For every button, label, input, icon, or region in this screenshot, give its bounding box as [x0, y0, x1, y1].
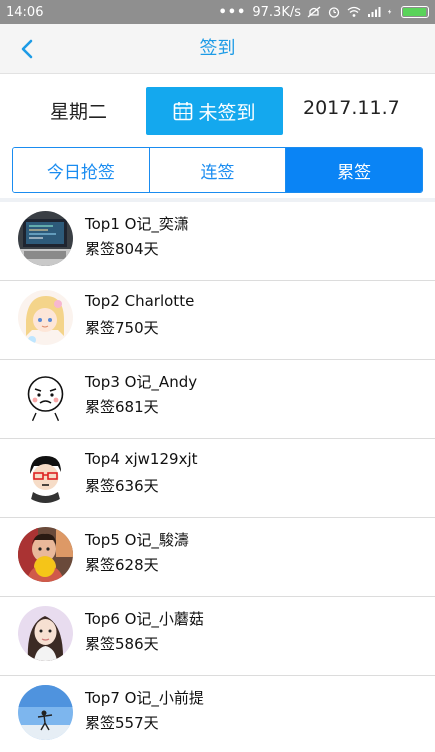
user-name: Top6 O记_小蘑菇 — [85, 610, 204, 628]
sign-days: 累签750天 — [85, 319, 159, 337]
nav-bar: 签到 — [0, 24, 435, 74]
list-item[interactable]: Top6 O记_小蘑菇 累签586天 — [0, 597, 435, 676]
status-right: ••• 97.3K/s — [218, 5, 429, 20]
user-name: Top7 O记_小前提 — [85, 689, 204, 707]
sign-days: 累签557天 — [85, 714, 159, 732]
network-speed: 97.3K/s — [252, 4, 301, 20]
battery-icon — [401, 6, 429, 18]
sign-days: 累签681天 — [85, 398, 159, 416]
sign-in-label: 未签到 — [198, 101, 256, 124]
user-name: Top3 O记_Andy — [85, 373, 198, 391]
charging-icon — [387, 9, 392, 15]
user-name: Top5 O记_駿濤 — [85, 531, 189, 549]
list-item[interactable]: Top7 O记_小前提 累签557天 — [0, 676, 435, 752]
wifi-icon — [347, 6, 361, 17]
ranking-tabs: 今日抢签 连签 累签 — [12, 147, 423, 193]
list-item[interactable]: Top2 Charlotte 累签750天 — [0, 281, 435, 360]
status-time: 14:06 — [6, 4, 44, 20]
tab-today-grab[interactable]: 今日抢签 — [13, 148, 149, 192]
user-name: Top4 xjw129xjt — [85, 450, 198, 468]
status-dots: ••• — [218, 4, 247, 20]
avatar — [18, 290, 73, 345]
avatar — [18, 211, 73, 266]
date-label: 2017.11.7 — [303, 97, 400, 119]
status-bar: 14:06 ••• 97.3K/s — [0, 0, 435, 24]
calendar-icon — [174, 102, 193, 121]
user-name: Top2 Charlotte — [85, 292, 195, 310]
sign-days: 累签628天 — [85, 556, 159, 574]
list-item[interactable]: Top5 O记_駿濤 累签628天 — [0, 518, 435, 597]
avatar — [18, 606, 73, 661]
avatar — [18, 685, 73, 740]
signal-icon — [368, 7, 381, 17]
list-item[interactable]: Top1 O记_奕潇 累签804天 — [0, 202, 435, 281]
weekday-label: 星期二 — [50, 101, 108, 123]
user-name: Top1 O记_奕潇 — [85, 215, 189, 233]
ranking-list: Top1 O记_奕潇 累签804天 Top2 Charlotte 累签750天 … — [0, 202, 435, 752]
tab-consecutive[interactable]: 连签 — [148, 148, 286, 192]
sign-row: 星期二 未签到 2017.11.7 — [0, 80, 435, 140]
list-item[interactable]: Top4 xjw129xjt 累签636天 — [0, 439, 435, 518]
alarm-icon — [328, 7, 340, 18]
sign-days: 累签586天 — [85, 635, 159, 653]
sign-in-button[interactable]: 未签到 — [146, 87, 283, 135]
avatar — [18, 527, 73, 582]
list-item[interactable]: Top3 O记_Andy 累签681天 — [0, 360, 435, 439]
page-title: 签到 — [199, 38, 236, 59]
sign-days: 累签804天 — [85, 240, 159, 258]
avatar — [18, 369, 73, 424]
sign-days: 累签636天 — [85, 477, 159, 495]
tab-cumulative[interactable]: 累签 — [285, 148, 422, 192]
avatar — [18, 448, 73, 503]
mute-icon — [307, 6, 321, 18]
